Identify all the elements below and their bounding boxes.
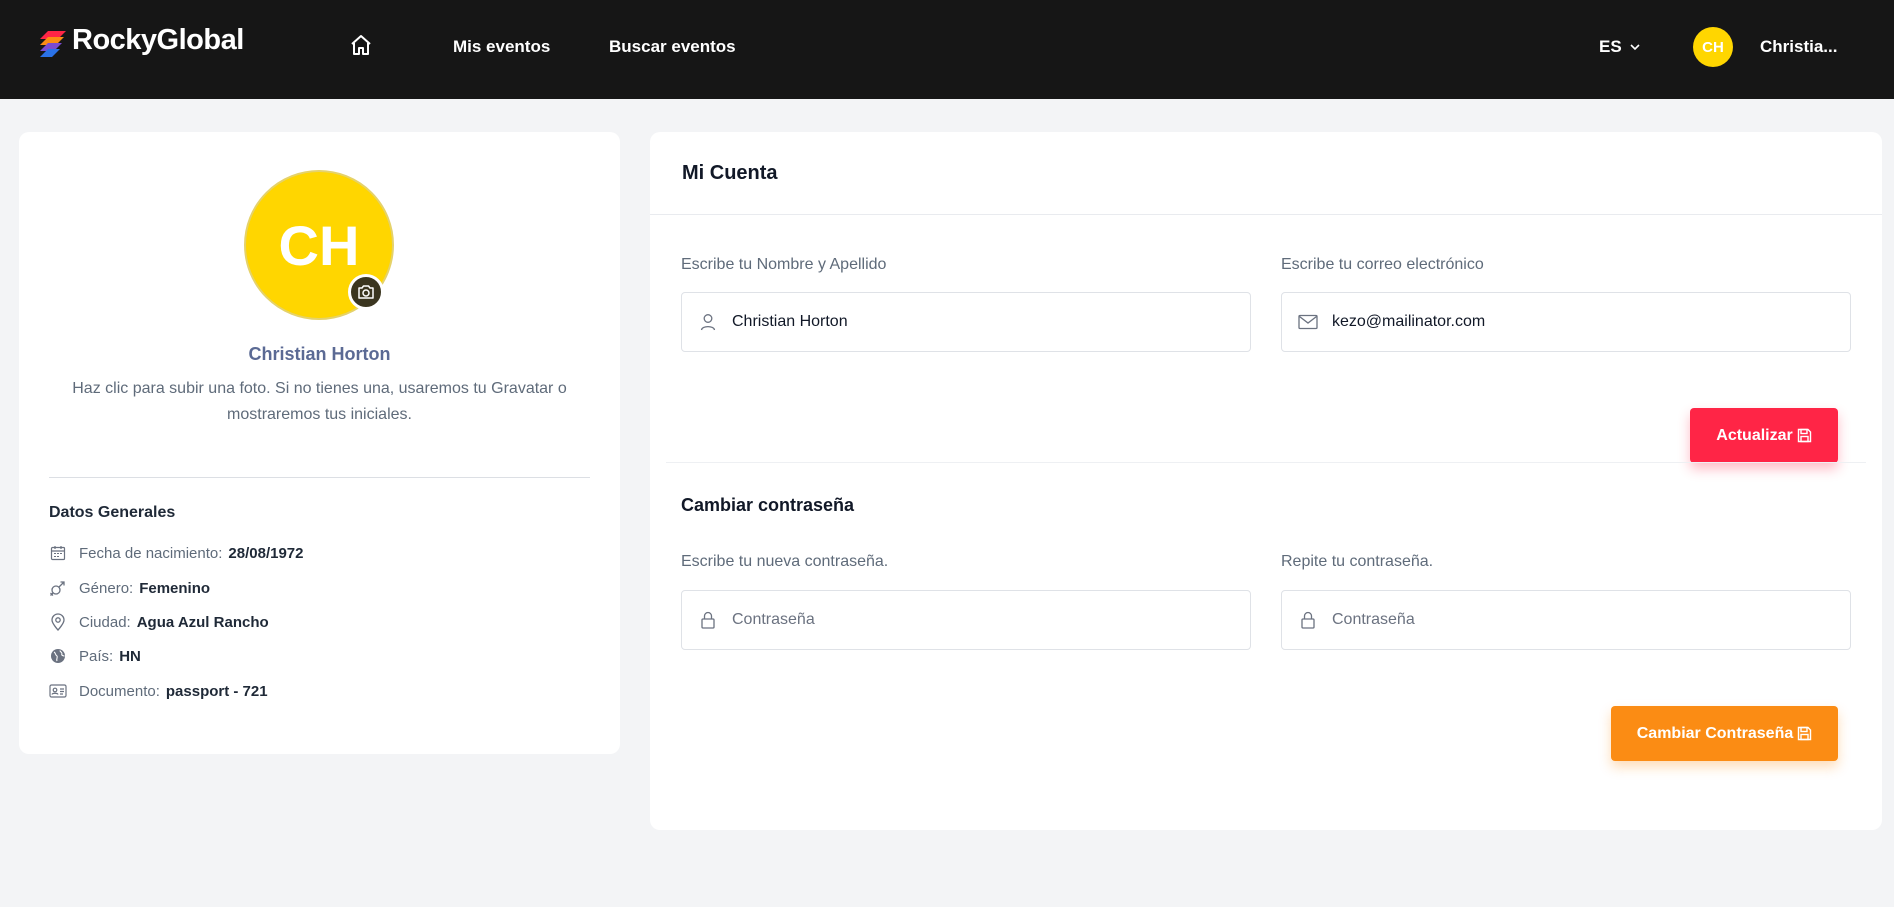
globe-icon — [49, 647, 67, 665]
divider — [49, 477, 590, 478]
user-icon — [698, 312, 718, 332]
location-pin-icon — [49, 613, 67, 631]
general-data-title: Datos Generales — [49, 504, 176, 521]
profile-card: CH Christian Horton Haz clic para subir … — [19, 132, 620, 754]
change-password-button-label: Cambiar Contraseña — [1636, 724, 1794, 742]
save-icon — [1798, 726, 1812, 741]
detail-label: Ciudad: — [79, 613, 131, 631]
detail-row-document: Documento: passport - 721 — [49, 682, 268, 700]
detail-value: Femenino — [139, 579, 211, 597]
header-user-name[interactable]: Christia... — [1760, 37, 1837, 57]
detail-label: Fecha de nacimiento: — [79, 544, 223, 562]
mail-icon — [1298, 312, 1318, 332]
new-password-label: Escribe tu nueva contraseña. — [681, 553, 889, 570]
email-value: kezo@mailinator.com — [1332, 313, 1486, 330]
lock-icon — [698, 610, 718, 630]
home-icon[interactable] — [349, 33, 375, 59]
chevron-down-icon — [1630, 44, 1640, 51]
repeat-password-placeholder: Contraseña — [1332, 611, 1415, 628]
repeat-password-label: Repite tu contraseña. — [1281, 553, 1434, 570]
detail-label: Documento: — [79, 682, 160, 700]
logo-text: RockyGlobal — [72, 24, 244, 56]
update-button-label: Actualizar — [1716, 426, 1793, 444]
detail-row-city: Ciudad: Agua Azul Rancho — [49, 613, 269, 631]
detail-row-gender: Género: Femenino — [49, 579, 210, 597]
lock-icon — [1298, 610, 1318, 630]
repeat-password-field[interactable]: Contraseña — [1281, 590, 1851, 650]
new-password-field[interactable]: Contraseña — [681, 590, 1251, 650]
divider — [666, 462, 1866, 463]
email-label: Escribe tu correo electrónico — [1281, 256, 1484, 273]
detail-row-country: País: HN — [49, 647, 141, 665]
account-card: Mi Cuenta Escribe tu Nombre y Apellido C… — [650, 132, 1882, 830]
calendar-icon — [49, 544, 67, 562]
detail-row-birthdate: Fecha de nacimiento: 28/08/1972 — [49, 544, 304, 562]
detail-value: 28/08/1972 — [228, 544, 304, 562]
change-password-title: Cambiar contraseña — [681, 495, 855, 515]
email-field[interactable]: kezo@mailinator.com — [1281, 292, 1851, 352]
detail-label: País: — [79, 647, 114, 665]
upload-hint: Haz clic para subir una foto. Si no tien… — [72, 380, 567, 423]
detail-label: Género: — [79, 579, 134, 597]
new-password-placeholder: Contraseña — [732, 611, 815, 628]
divider — [650, 214, 1882, 215]
language-label: ES — [1599, 37, 1622, 56]
nav-mis-eventos[interactable]: Mis eventos — [453, 37, 550, 57]
logo-mark-icon — [40, 30, 66, 57]
top-navigation-bar: RockyGlobal Mis eventos Buscar eventos E… — [0, 0, 1894, 99]
detail-value: HN — [119, 647, 141, 665]
change-password-button[interactable]: Cambiar Contraseña — [1611, 706, 1838, 761]
name-label: Escribe tu Nombre y Apellido — [681, 256, 887, 273]
logo[interactable]: RockyGlobal — [38, 24, 244, 57]
id-card-icon — [49, 682, 67, 700]
profile-name: Christian Horton — [248, 344, 391, 364]
language-selector[interactable]: ES — [1599, 37, 1642, 57]
update-button[interactable]: Actualizar — [1690, 408, 1838, 463]
header-avatar[interactable]: CH — [1693, 27, 1733, 67]
nav-buscar-eventos[interactable]: Buscar eventos — [609, 37, 736, 57]
detail-value: passport - 721 — [165, 682, 268, 700]
account-title: Mi Cuenta — [682, 162, 778, 184]
detail-value: Agua Azul Rancho — [136, 613, 269, 631]
name-field[interactable]: Christian Horton — [681, 292, 1251, 352]
save-icon — [1797, 428, 1811, 443]
camera-icon[interactable] — [348, 274, 384, 310]
name-value: Christian Horton — [732, 313, 848, 330]
gender-icon — [49, 579, 67, 597]
